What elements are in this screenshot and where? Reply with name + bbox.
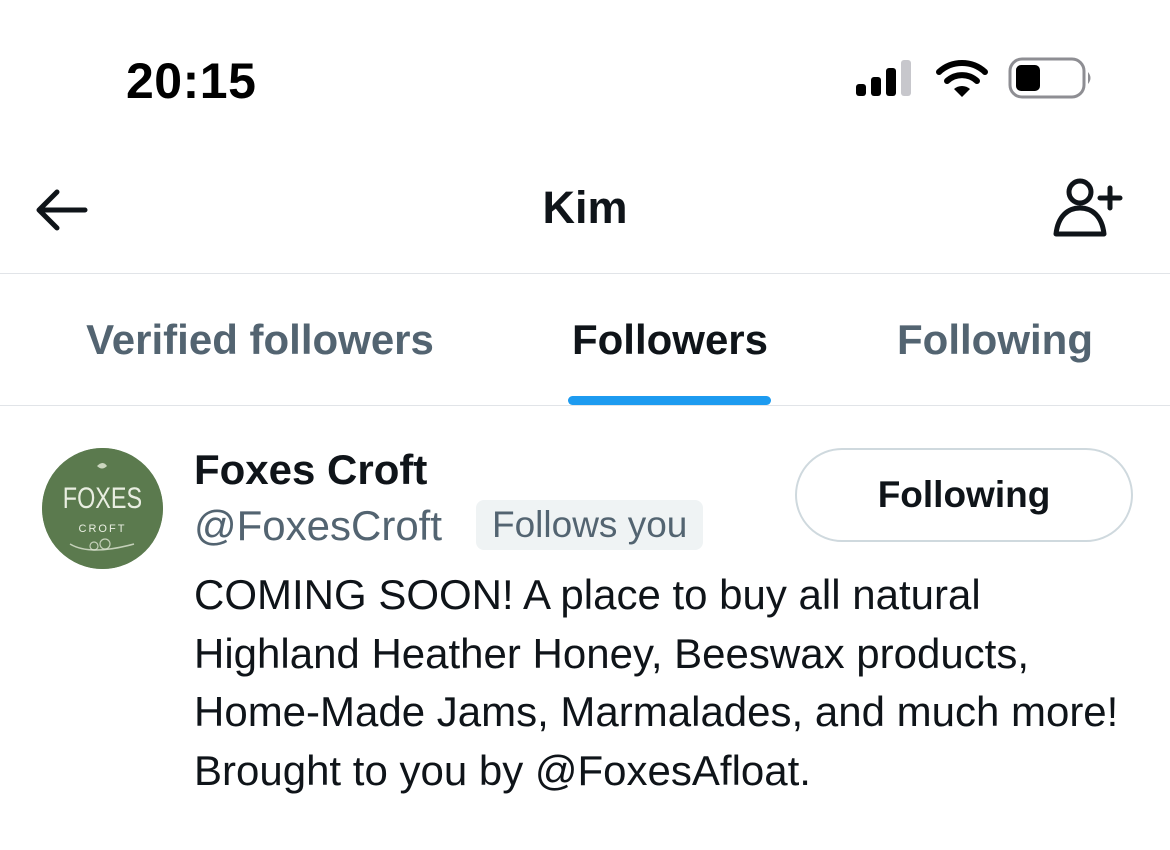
battery-icon: [1008, 57, 1091, 99]
add-user-button[interactable]: [1048, 174, 1128, 240]
follower-list-item[interactable]: FOXES CROFT Foxes Croft @FoxesCroft Foll…: [0, 406, 1170, 850]
status-time: 20:15: [126, 53, 257, 109]
followers-tabs: Verified followers Followers Following: [0, 274, 1170, 406]
tab-verified-followers[interactable]: Verified followers: [60, 274, 460, 406]
avatar[interactable]: FOXES CROFT: [42, 448, 163, 569]
logo-subtext: CROFT: [79, 523, 127, 535]
following-button[interactable]: Following: [795, 448, 1133, 542]
logo-text: FOXES: [63, 481, 142, 514]
foxes-croft-logo: FOXES CROFT: [42, 448, 163, 569]
tab-following[interactable]: Following: [870, 274, 1120, 406]
user-bio: COMING SOON! A place to buy all natural …: [194, 571, 1119, 794]
wifi-icon: [936, 60, 988, 97]
user-handle[interactable]: @FoxesCroft: [194, 502, 442, 550]
page-title: Kim: [542, 182, 628, 233]
follows-you-badge: Follows you: [476, 500, 704, 550]
display-name[interactable]: Foxes Croft: [194, 446, 427, 494]
tab-followers[interactable]: Followers: [540, 274, 800, 406]
status-bar: 20:15: [0, 0, 1170, 150]
add-user-icon: [1053, 178, 1123, 237]
signal-icon: [856, 60, 911, 96]
top-nav-bar: Kim: [0, 150, 1170, 274]
active-tab-indicator: [568, 396, 771, 405]
